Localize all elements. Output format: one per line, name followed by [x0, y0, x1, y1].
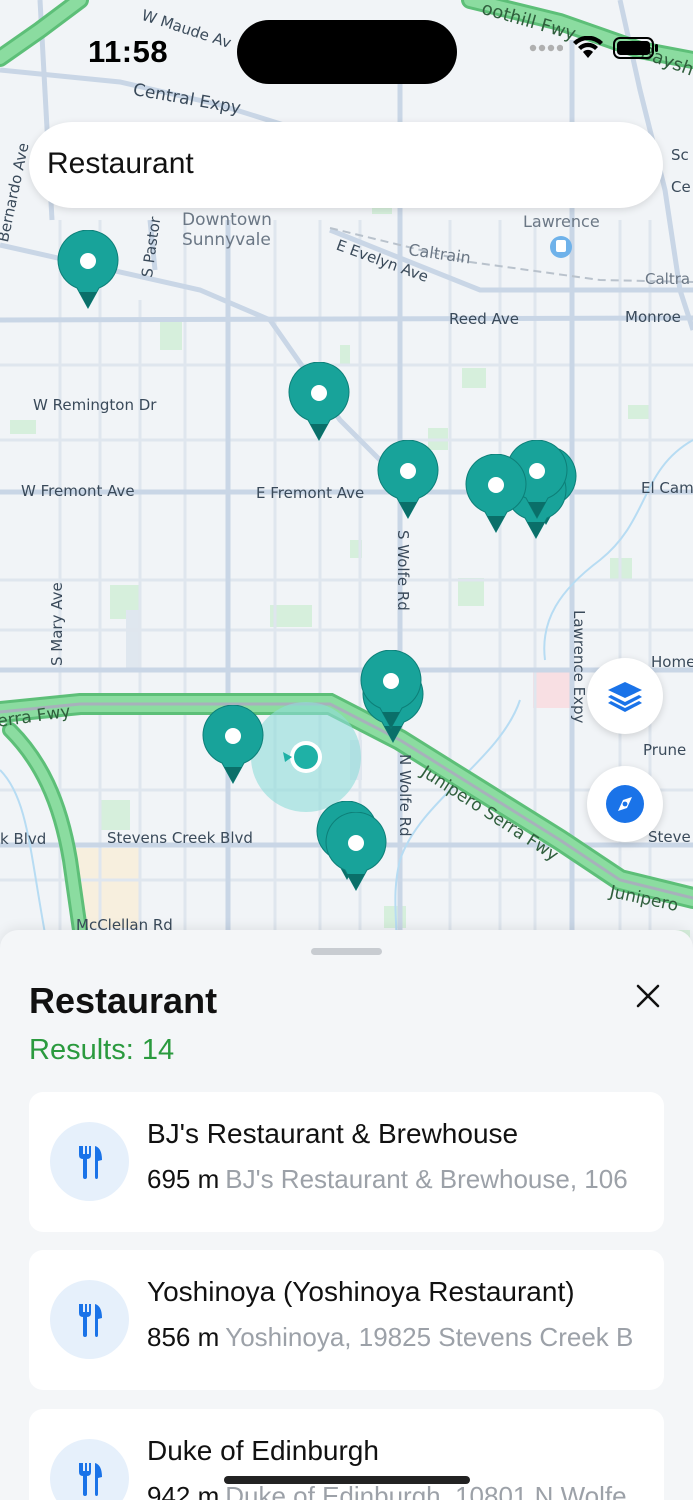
result-distance: 856 m — [147, 1322, 220, 1352]
map-pin-icon — [360, 650, 422, 730]
restaurant-pin[interactable] — [325, 812, 387, 892]
road-label: k Blvd — [0, 830, 47, 848]
results-sheet[interactable]: Restaurant Results: 14 BJ's Restaurant &… — [0, 930, 693, 1500]
map-pin-icon — [288, 362, 350, 442]
road-label: Steve — [648, 828, 691, 846]
sheet-title: Restaurant — [29, 980, 218, 1021]
status-time: 11:58 — [88, 34, 169, 69]
dynamic-island — [237, 20, 457, 84]
layers-button[interactable] — [587, 658, 663, 734]
restaurant-pin[interactable] — [288, 362, 350, 442]
result-card[interactable]: BJ's Restaurant & Brewhouse 695 m BJ's Re… — [29, 1092, 664, 1232]
close-icon[interactable] — [630, 978, 666, 1014]
map-pin-icon — [377, 440, 439, 520]
results-count: Results: 14 — [29, 1034, 175, 1066]
fork-knife-icon — [50, 1439, 129, 1500]
map-pin-icon — [465, 454, 527, 534]
result-name: Yoshinoya (Yoshinoya Restaurant) — [147, 1276, 575, 1307]
road-label: W Remington Dr — [33, 396, 157, 414]
road-label: E Fremont Ave — [256, 484, 365, 502]
home-indicator[interactable] — [224, 1476, 470, 1484]
road-label: Lawrence Expy — [570, 610, 588, 724]
road-label: S Wolfe Rd — [394, 530, 412, 611]
result-subtitle: 856 m Yoshinoya, 19825 Stevens Creek B — [147, 1322, 650, 1353]
road-label: Reed Ave — [449, 310, 519, 328]
fork-knife-icon — [50, 1122, 129, 1201]
locate-me-button[interactable] — [587, 766, 663, 842]
search-bar[interactable]: Restaurant — [29, 122, 663, 208]
road-label: W Fremont Ave — [21, 482, 135, 500]
status-bar: 11:58 — [0, 0, 693, 100]
restaurant-pin[interactable] — [377, 440, 439, 520]
result-card[interactable]: Duke of Edinburgh 942 m Duke of Edinburgh… — [29, 1409, 664, 1500]
road-label: Stevens Creek Blvd — [107, 829, 253, 847]
result-address: BJ's Restaurant & Brewhouse, 106 — [225, 1164, 628, 1194]
layers-icon — [608, 682, 642, 712]
restaurant-pin[interactable] — [465, 454, 527, 534]
sheet-grabber[interactable] — [311, 948, 382, 955]
map-pin-icon — [57, 230, 119, 310]
result-card[interactable]: Yoshinoya (Yoshinoya Restaurant) 856 m Yo… — [29, 1250, 664, 1390]
area-label: Downtown Sunnyvale — [182, 210, 272, 250]
map-pin-icon — [202, 705, 264, 785]
road-label: Home — [651, 653, 693, 671]
road-label: S Mary Ave — [48, 582, 66, 666]
road-label: Sc — [671, 146, 689, 164]
compass-icon — [606, 785, 644, 823]
area-label-line: Sunnyvale — [182, 230, 271, 250]
road-label: Monroe — [625, 308, 681, 326]
road-label: Caltra — [645, 270, 691, 288]
restaurant-pin[interactable] — [360, 650, 422, 730]
road-label: N Wolfe Rd — [396, 754, 414, 837]
map-pin-icon — [325, 812, 387, 892]
result-subtitle: 695 m BJ's Restaurant & Brewhouse, 106 — [147, 1164, 650, 1195]
result-name: Duke of Edinburgh — [147, 1435, 379, 1466]
wifi-icon — [573, 36, 603, 58]
road-label: Ce — [671, 178, 691, 196]
road-label: El Cam — [641, 479, 693, 497]
area-label-line: Downtown — [182, 210, 272, 230]
result-address: Yoshinoya, 19825 Stevens Creek B — [225, 1322, 634, 1352]
signal-dots-icon — [529, 44, 563, 52]
result-name: BJ's Restaurant & Brewhouse — [147, 1118, 519, 1149]
restaurant-pin[interactable] — [57, 230, 119, 310]
area-label: Lawrence — [523, 212, 600, 231]
road-label: Prune — [643, 741, 687, 759]
result-distance: 942 m — [147, 1481, 220, 1500]
fork-knife-icon — [50, 1280, 129, 1359]
restaurant-pin[interactable] — [202, 705, 264, 785]
battery-icon — [613, 37, 658, 59]
status-icons — [529, 36, 659, 60]
search-input[interactable]: Restaurant — [47, 147, 194, 181]
result-distance: 695 m — [147, 1164, 220, 1194]
